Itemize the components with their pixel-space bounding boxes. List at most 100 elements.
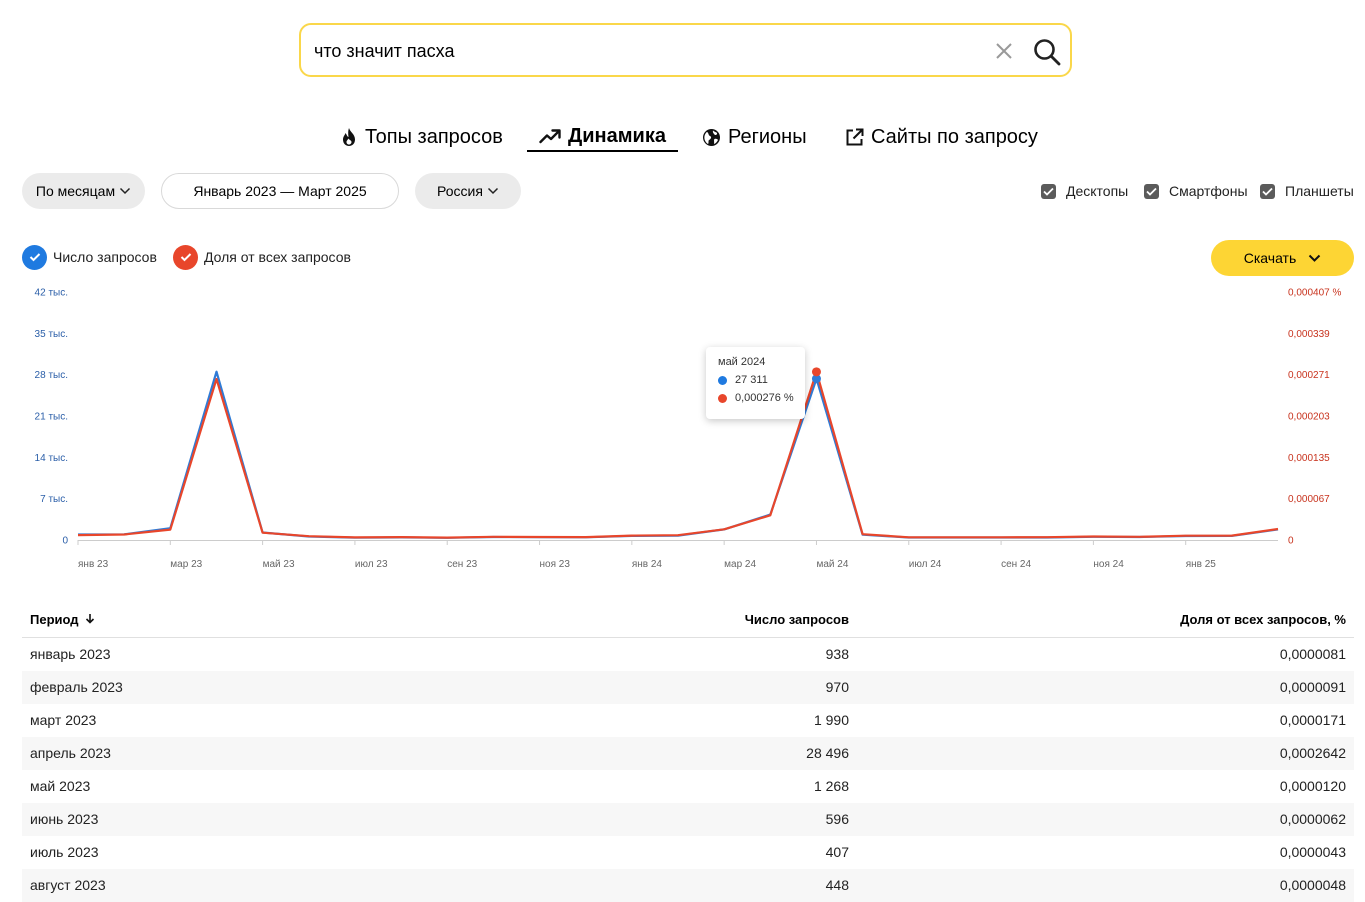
download-label: Скачать xyxy=(1243,250,1297,266)
share-cell: 0,0000120 xyxy=(1279,778,1346,794)
count-cell: 28 496 xyxy=(806,745,849,761)
sort-period-header[interactable]: Период xyxy=(30,603,95,636)
y-right-tick-label: 0,000339 xyxy=(1288,329,1330,340)
share-cell: 0,0002642 xyxy=(1279,745,1346,761)
x-tick-label: июл 23 xyxy=(355,559,388,570)
x-tick-label: ноя 24 xyxy=(1093,559,1124,570)
header-label: Период xyxy=(30,612,79,627)
check-icon xyxy=(22,244,47,270)
share-cell: 0,0000043 xyxy=(1279,844,1346,860)
period-cell: июль 2023 xyxy=(30,844,99,860)
count-cell: 596 xyxy=(825,811,849,827)
tab-dynamics[interactable]: Динамика xyxy=(527,122,678,152)
x-tick-label: янв 25 xyxy=(1186,559,1217,570)
table-row: январь 2023 938 0,0000081 xyxy=(22,638,1354,671)
checkbox-checked-icon xyxy=(1041,183,1056,199)
chevron-down-icon xyxy=(487,187,498,195)
tooltip-count-row: 27 311 xyxy=(718,374,768,386)
tab-label: Топы запросов xyxy=(365,125,503,148)
y-right-tick-label: 0 xyxy=(1288,536,1294,547)
clear-icon[interactable] xyxy=(991,38,1017,64)
header-share[interactable]: Доля от всех запросов, % xyxy=(1180,603,1346,636)
tab-label: Регионы xyxy=(728,125,807,148)
tooltip-count: 27 311 xyxy=(735,374,768,386)
trend-icon xyxy=(539,129,561,144)
x-tick-label: сен 24 xyxy=(1001,559,1031,570)
y-right-tick-label: 0,000271 xyxy=(1288,370,1330,381)
y-left-tick-label: 28 тыс. xyxy=(35,370,68,381)
period-cell: апрель 2023 xyxy=(30,745,111,761)
legend-label: Доля от всех запросов xyxy=(204,249,351,265)
date-range-value: Январь 2023 — Март 2025 xyxy=(193,183,367,199)
tab-sites[interactable]: Сайты по запросу xyxy=(845,122,1038,152)
x-tick-label: мар 24 xyxy=(724,559,756,570)
table-row: апрель 2023 28 496 0,0002642 xyxy=(22,737,1354,770)
y-right-tick-label: 0,000067 xyxy=(1288,494,1330,505)
check-icon xyxy=(173,244,198,270)
y-right-tick-label: 0,000203 xyxy=(1288,412,1330,423)
x-tick-label: май 24 xyxy=(816,559,848,570)
date-range-picker[interactable]: Январь 2023 — Март 2025 xyxy=(161,173,399,209)
search-input[interactable] xyxy=(314,37,974,65)
period-cell: февраль 2023 xyxy=(30,679,123,695)
header-count[interactable]: Число запросов xyxy=(745,603,849,636)
tab-top-queries[interactable]: Топы запросов xyxy=(340,122,503,152)
checkbox-smartphones[interactable]: Смартфоны xyxy=(1144,181,1248,201)
chevron-down-icon xyxy=(1309,254,1321,262)
period-select-value: По месяцам xyxy=(35,183,116,199)
checkbox-label: Планшеты xyxy=(1285,183,1354,199)
highlight-point-share xyxy=(811,367,821,377)
share-cell: 0,0000081 xyxy=(1279,646,1346,662)
count-cell: 970 xyxy=(825,679,849,695)
data-table: Период Число запросов Доля от всех запро… xyxy=(22,603,1354,902)
y-right-tick-label: 0,000407 % xyxy=(1288,288,1341,299)
checkbox-tablets[interactable]: Планшеты xyxy=(1260,181,1354,201)
y-left-tick-label: 14 тыс. xyxy=(35,453,68,464)
period-cell: январь 2023 xyxy=(30,646,111,662)
search-box xyxy=(299,23,1072,77)
x-tick-label: май 23 xyxy=(263,559,295,570)
count-cell: 938 xyxy=(825,646,849,662)
chevron-down-icon xyxy=(120,187,131,195)
checkbox-label: Смартфоны xyxy=(1169,183,1248,199)
period-cell: май 2023 xyxy=(30,778,91,794)
share-cell: 0,0000091 xyxy=(1279,679,1346,695)
dynamics-chart: 0 7 тыс. 14 тыс. 21 тыс. 28 тыс. 35 тыс. 42 ты… xyxy=(35,288,1342,571)
checkbox-checked-icon xyxy=(1144,183,1159,199)
count-cell: 407 xyxy=(825,844,849,860)
tooltip-share-row: 0,000276 % xyxy=(718,392,794,404)
fire-icon xyxy=(343,128,355,146)
tab-label: Динамика xyxy=(568,124,666,147)
table-row: июнь 2023 596 0,0000062 xyxy=(22,803,1354,836)
legend-toggle-share[interactable]: Доля от всех запросов xyxy=(173,244,351,270)
y-left-tick-label: 42 тыс. xyxy=(35,288,68,299)
count-cell: 448 xyxy=(825,877,849,893)
period-cell: август 2023 xyxy=(30,877,106,893)
x-tick-label: янв 23 xyxy=(78,559,109,570)
table-row: июль 2023 407 0,0000043 xyxy=(22,836,1354,869)
y-left-tick-label: 0 xyxy=(62,536,68,547)
checkbox-checked-icon xyxy=(1260,183,1275,199)
globe-icon xyxy=(703,128,720,146)
period-select[interactable]: По месяцам xyxy=(22,173,145,209)
count-cell: 1 268 xyxy=(813,778,849,794)
table-header: Период Число запросов Доля от всех запро… xyxy=(22,603,1354,638)
checkbox-desktops[interactable]: Десктопы xyxy=(1041,181,1128,201)
tab-regions[interactable]: Регионы xyxy=(702,122,807,152)
x-tick-label: янв 24 xyxy=(632,559,663,570)
search-icon[interactable] xyxy=(1032,37,1062,67)
tooltip-title: май 2024 xyxy=(718,356,766,368)
period-cell: март 2023 xyxy=(30,712,97,728)
table-row: май 2023 1 268 0,0000120 xyxy=(22,770,1354,803)
legend-label: Число запросов xyxy=(53,249,157,265)
period-cell: июнь 2023 xyxy=(30,811,99,827)
table-row: август 2023 448 0,0000048 xyxy=(22,869,1354,902)
region-select[interactable]: Россия xyxy=(415,173,521,209)
series-dot xyxy=(718,375,727,385)
download-button[interactable]: Скачать xyxy=(1211,240,1354,276)
share-cell: 0,0000062 xyxy=(1279,811,1346,827)
tooltip-share: 0,000276 % xyxy=(735,392,794,404)
y-right-tick-label: 0,000135 xyxy=(1288,453,1330,464)
legend-toggle-count[interactable]: Число запросов xyxy=(22,244,157,270)
share-cell: 0,0000048 xyxy=(1279,877,1346,893)
